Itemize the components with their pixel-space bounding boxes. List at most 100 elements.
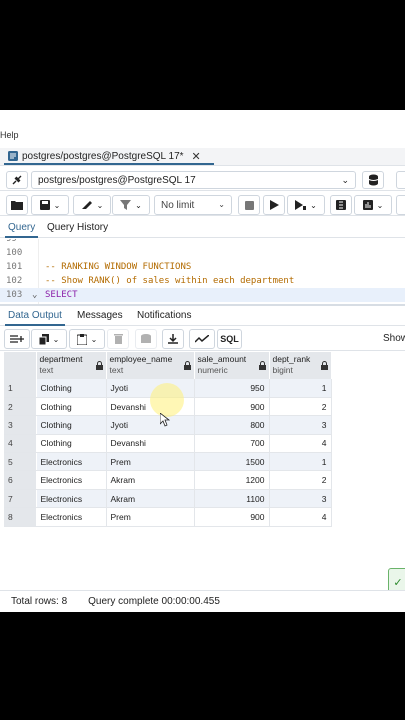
menubar: Help: [0, 110, 405, 152]
cell-department[interactable]: Electronics: [36, 452, 107, 472]
execute-options-button[interactable]: ⌄: [287, 195, 325, 215]
help-menu[interactable]: Help: [0, 130, 19, 140]
show-label[interactable]: Show: [383, 333, 405, 344]
editor-line: 99: [0, 239, 405, 246]
chevron-down-icon: ⌄: [376, 200, 384, 210]
tab-query-history[interactable]: Query History: [47, 222, 108, 233]
cell-department[interactable]: Electronics: [36, 489, 107, 509]
open-file-button[interactable]: [6, 195, 28, 215]
sql-button[interactable]: SQL: [217, 329, 242, 349]
explain-analyze-button[interactable]: ⌄: [354, 195, 392, 215]
add-row-button[interactable]: [4, 329, 30, 349]
cell-employee-name[interactable]: Devanshi: [106, 434, 195, 454]
cell-employee-name[interactable]: Akram: [106, 489, 195, 509]
chevron-down-icon: ⌄: [53, 200, 61, 210]
column-header[interactable]: dept_rank bigint: [269, 352, 332, 379]
row-number[interactable]: 8: [4, 507, 37, 527]
cell-dept-rank[interactable]: 2: [269, 397, 332, 417]
column-type: bigint: [272, 365, 293, 375]
filter-button[interactable]: ⌄: [112, 195, 150, 215]
extra-button[interactable]: [396, 171, 405, 189]
cell-dept-rank[interactable]: 2: [269, 470, 332, 490]
cell-sale-amount[interactable]: 950: [194, 379, 270, 398]
limit-select[interactable]: No limit ⌄: [154, 195, 232, 215]
commit-button[interactable]: [396, 195, 405, 215]
table-row[interactable]: 4 Clothing Devanshi 700 4: [4, 434, 332, 454]
edit-button[interactable]: ⌄: [73, 195, 111, 215]
cell-employee-name[interactable]: Akram: [106, 470, 195, 490]
cell-dept-rank[interactable]: 1: [269, 379, 332, 398]
column-name: sale_amount: [197, 354, 247, 364]
mouse-pointer-icon: [160, 413, 170, 427]
execute-button[interactable]: [263, 195, 285, 215]
stop-button[interactable]: [238, 195, 260, 215]
results-grid: department text employee_name text sale_…: [4, 352, 332, 527]
table-row[interactable]: 6 Electronics Akram 1200 2: [4, 470, 332, 490]
cell-dept-rank[interactable]: 4: [269, 434, 332, 454]
connection-select[interactable]: postgres/postgres@PostgreSQL 17 ⌄: [31, 171, 356, 189]
query-tool-tab[interactable]: postgres/postgres@PostgreSQL 17* ✕: [4, 149, 214, 165]
row-number[interactable]: 2: [4, 397, 37, 417]
cell-sale-amount[interactable]: 1500: [194, 452, 270, 472]
graph-visualiser-button[interactable]: [189, 329, 215, 349]
cell-employee-name[interactable]: Prem: [106, 507, 195, 527]
cell-sale-amount[interactable]: 1100: [194, 489, 270, 509]
cell-dept-rank[interactable]: 4: [269, 507, 332, 527]
chevron-down-icon: ⌄: [135, 200, 142, 210]
paste-button[interactable]: ⌄: [69, 329, 105, 349]
tab-messages[interactable]: Messages: [77, 310, 123, 321]
table-row[interactable]: 8 Electronics Prem 900 4: [4, 507, 332, 527]
line-number: 103: [6, 290, 23, 300]
delete-button[interactable]: [107, 329, 129, 349]
cell-sale-amount[interactable]: 700: [194, 434, 270, 454]
row-number[interactable]: 6: [4, 470, 37, 490]
column-header[interactable]: department text: [36, 352, 107, 379]
row-number[interactable]: 3: [4, 415, 37, 435]
close-icon[interactable]: ✕: [192, 150, 201, 163]
cell-sale-amount[interactable]: 900: [194, 507, 270, 527]
cell-dept-rank[interactable]: 3: [269, 489, 332, 509]
cell-department[interactable]: Clothing: [36, 415, 107, 435]
row-number[interactable]: 4: [4, 434, 37, 454]
column-header[interactable]: sale_amount numeric: [194, 352, 270, 379]
cell-employee-name[interactable]: Prem: [106, 452, 195, 472]
cursor-highlight: [150, 383, 184, 417]
connection-status-button[interactable]: [6, 171, 28, 189]
cell-department[interactable]: Clothing: [36, 379, 107, 398]
cell-employee-name[interactable]: Jyoti: [106, 415, 195, 435]
cell-dept-rank[interactable]: 3: [269, 415, 332, 435]
connection-bar: postgres/postgres@PostgreSQL 17 ⌄: [0, 169, 405, 191]
results-table: department text employee_name text sale_…: [4, 352, 332, 527]
explain-button[interactable]: [330, 195, 352, 215]
cell-sale-amount[interactable]: 1200: [194, 470, 270, 490]
lock-icon: [95, 361, 103, 370]
cell-dept-rank[interactable]: 1: [269, 452, 332, 472]
tab-notifications[interactable]: Notifications: [137, 310, 191, 321]
sql-editor[interactable]: 99 100 101 -- RANKING WINDOW FUNCTIONS 1…: [0, 239, 405, 304]
tab-data-output[interactable]: Data Output: [5, 310, 65, 326]
cell-department[interactable]: Clothing: [36, 397, 107, 417]
trash-icon: [113, 334, 123, 344]
query-toolbar: ⌄ ⌄ ⌄ No limit ⌄ ⌄ ⌄: [0, 194, 405, 216]
save-data-button[interactable]: [135, 329, 157, 349]
cell-sale-amount[interactable]: 900: [194, 397, 270, 417]
fold-chevron-icon[interactable]: ⌄: [32, 290, 45, 300]
cell-sale-amount[interactable]: 800: [194, 415, 270, 435]
download-button[interactable]: [162, 329, 184, 349]
cell-department[interactable]: Clothing: [36, 434, 107, 454]
copy-button[interactable]: ⌄: [31, 329, 67, 349]
save-button[interactable]: ⌄: [31, 195, 69, 215]
tab-query[interactable]: Query: [4, 222, 39, 238]
row-number[interactable]: 7: [4, 489, 37, 509]
cell-department[interactable]: Electronics: [36, 470, 107, 490]
pencil-icon: [81, 201, 92, 209]
new-connection-button[interactable]: [362, 171, 384, 189]
cell-department[interactable]: Electronics: [36, 507, 107, 527]
table-row[interactable]: 5 Electronics Prem 1500 1: [4, 452, 332, 472]
column-header[interactable]: employee_name text: [106, 352, 195, 379]
table-row[interactable]: 7 Electronics Akram 1100 3: [4, 489, 332, 509]
code-comment: -- Show RANK() of sales within each depa…: [45, 276, 295, 286]
row-number[interactable]: 5: [4, 452, 37, 472]
row-number[interactable]: 1: [4, 379, 37, 398]
line-chart-icon: [195, 335, 209, 343]
